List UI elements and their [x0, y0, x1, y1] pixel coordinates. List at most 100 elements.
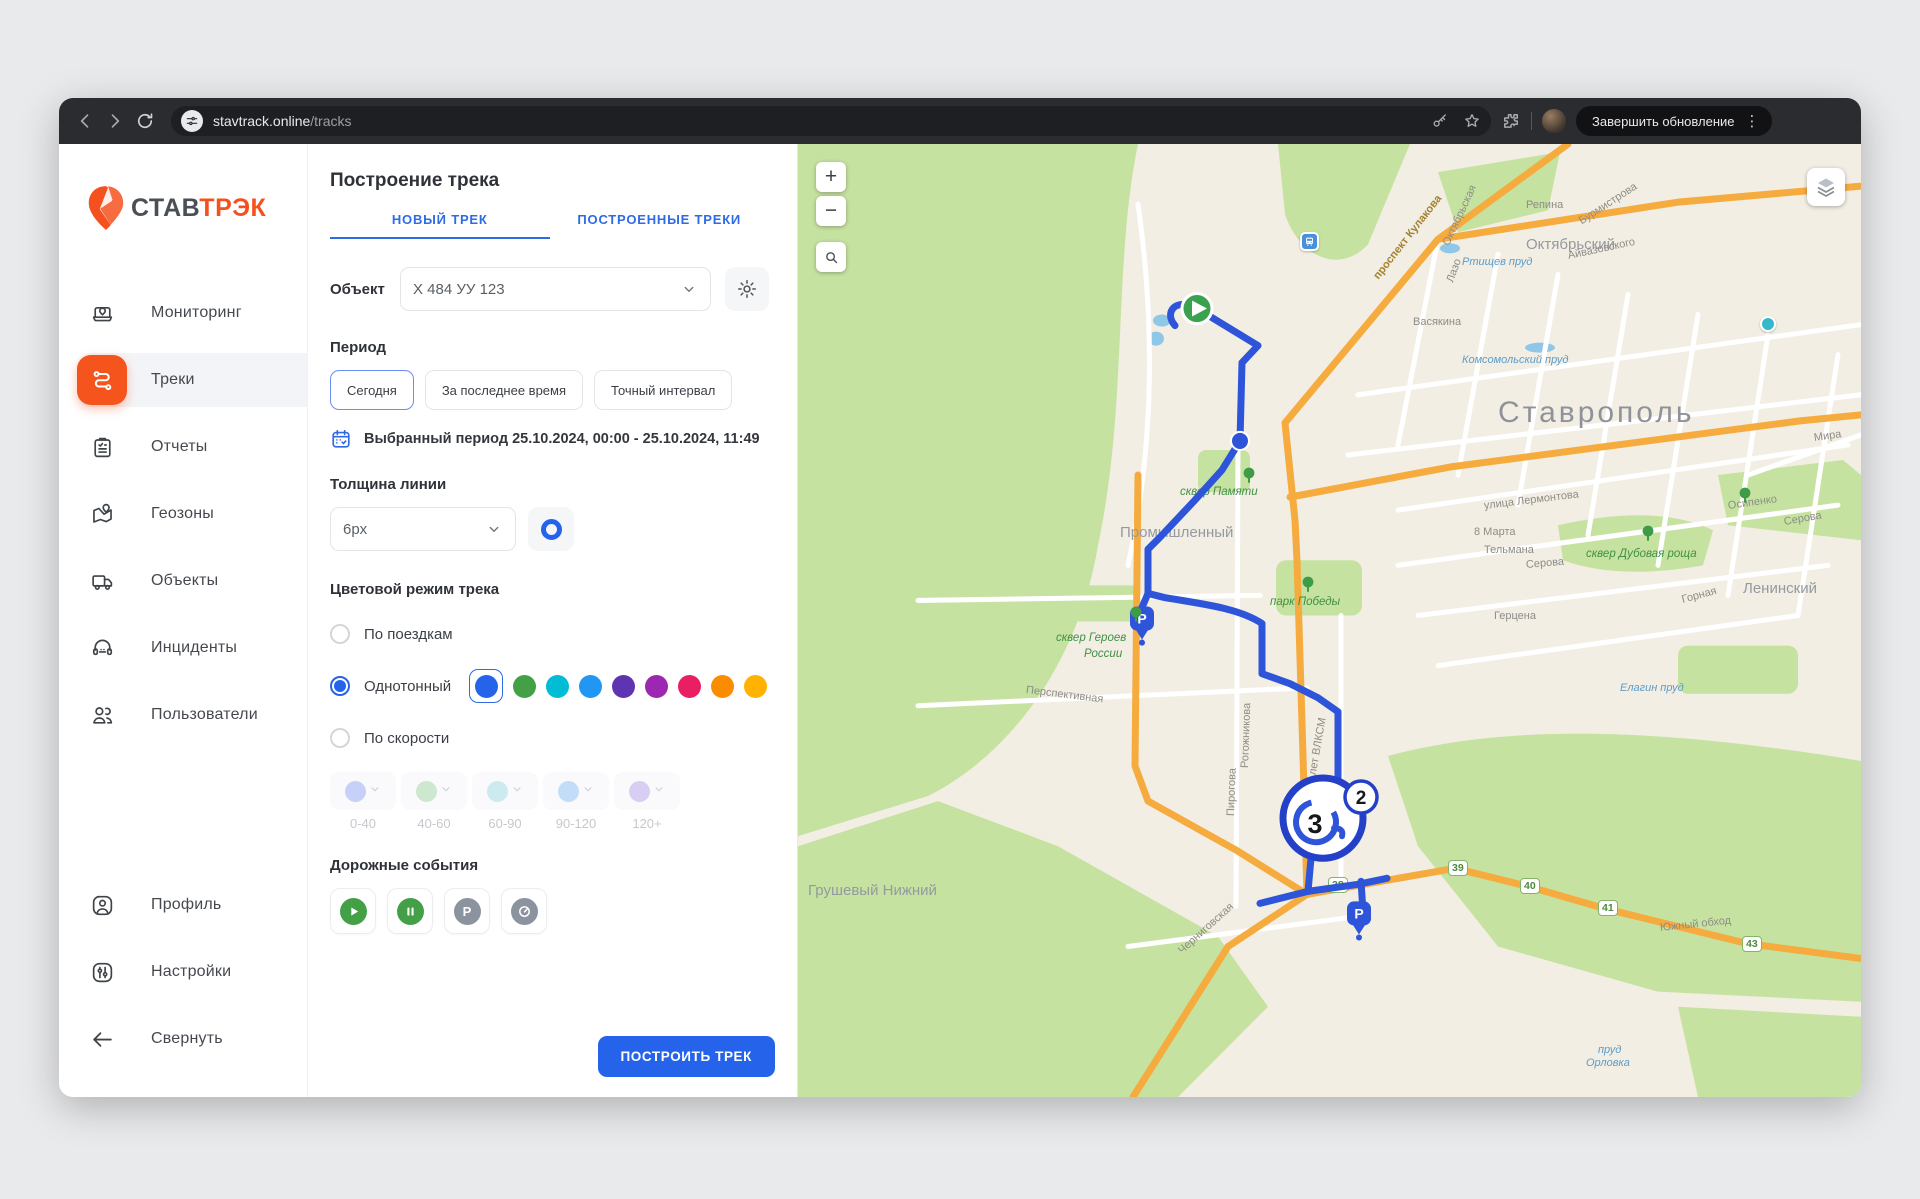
P-icon: P	[454, 898, 481, 925]
back-icon[interactable]	[75, 111, 95, 131]
color-swatches	[469, 669, 767, 703]
sidebar-item-geozones[interactable]: Геозоны	[77, 487, 307, 541]
users-icon	[77, 690, 127, 740]
stavtrack-logo: СТАВТРЭК	[85, 184, 307, 232]
period-options: Сегодня За последнее время Точный интервал	[330, 370, 769, 410]
period-option-2[interactable]: Точный интервал	[594, 370, 732, 410]
period-option-0[interactable]: Сегодня	[330, 370, 414, 410]
tab-new-track[interactable]: НОВЫЙ ТРЕК	[330, 212, 550, 239]
track-start-marker[interactable]	[1182, 293, 1212, 323]
speed-color-select-60-90[interactable]	[472, 772, 538, 810]
sidebar: СТАВТРЭК Мониторинг Треки Отчеты Геозоны Объ…	[59, 144, 308, 1097]
sidebar-item-monitoring[interactable]: Мониторинг	[77, 286, 307, 340]
line-width-select[interactable]: 6px	[330, 507, 516, 551]
line-width-value: 6px	[343, 521, 367, 538]
extensions-icon[interactable]	[1501, 111, 1521, 131]
speed-color-select-90-120[interactable]	[543, 772, 609, 810]
object-label: Объект	[330, 281, 386, 298]
speed-range-labels: 0-4040-6060-9090-120120+	[330, 816, 769, 831]
radio-solid[interactable]	[330, 676, 350, 696]
sidebar-item-objects[interactable]: Объекты	[77, 554, 307, 608]
sidebar-item-label: Мониторинг	[151, 304, 242, 322]
event-speeding-button[interactable]	[501, 888, 547, 934]
zoom-in-button[interactable]: +	[816, 162, 846, 192]
chevron-down-icon	[368, 782, 382, 801]
map-canvas[interactable]: СтавропольОктябрьскийПромышленныйЛенинск…	[798, 144, 1861, 1097]
color-swatch-3[interactable]	[579, 675, 602, 698]
layers-icon	[1814, 175, 1838, 199]
build-track-button[interactable]: ПОСТРОИТЬ ТРЕК	[598, 1036, 776, 1077]
chevron-down-icon	[510, 782, 524, 801]
color-swatch-2[interactable]	[546, 675, 569, 698]
radio-by-trips[interactable]	[330, 624, 350, 644]
cluster-count-small: 2	[1356, 788, 1367, 809]
color-swatch-selected[interactable]	[469, 669, 503, 703]
event-pause-button[interactable]	[387, 888, 433, 934]
event-parking-button[interactable]: P	[444, 888, 490, 934]
finish-update-button[interactable]: Завершить обновление ⋮	[1576, 106, 1772, 136]
speed-color-select-40-60[interactable]	[401, 772, 467, 810]
speed-range-label: 0-40	[330, 816, 396, 831]
browser-menu-icon[interactable]: ⋮	[1745, 112, 1760, 130]
cluster-count-big: 3	[1307, 809, 1322, 839]
color-swatch-7[interactable]	[711, 675, 734, 698]
tab-built-tracks[interactable]: ПОСТРОЕННЫЕ ТРЕКИ	[550, 212, 770, 239]
sidebar-item-label: Объекты	[151, 572, 218, 590]
profile-avatar[interactable]	[1542, 109, 1566, 133]
site-settings-icon[interactable]	[181, 110, 203, 132]
sidebar-item-tracks[interactable]: Треки	[77, 353, 307, 407]
color-swatch-8[interactable]	[744, 675, 767, 698]
report-icon	[77, 422, 127, 472]
bookmark-star-icon[interactable]	[1463, 112, 1481, 130]
parking-marker-2[interactable]: P	[1347, 901, 1371, 940]
map-layers-button[interactable]	[1807, 168, 1845, 206]
gear-icon	[736, 278, 758, 300]
track-panel: Построение трека НОВЫЙ ТРЕКПОСТРОЕННЫЕ Т…	[308, 144, 798, 1097]
color-swatch-6[interactable]	[678, 675, 701, 698]
parking-marker-1[interactable]: P	[1130, 606, 1154, 645]
monitor-icon	[77, 288, 127, 338]
speed-range-label: 90-120	[543, 816, 609, 831]
sidebar-item-incidents[interactable]: Инциденты	[77, 621, 307, 675]
radio-by-trips-label: По поездкам	[364, 626, 453, 643]
sidebar-collapse-button[interactable]: Свернуть	[77, 1012, 307, 1066]
color-swatch-4[interactable]	[612, 675, 635, 698]
period-summary-text: Выбранный период 25.10.2024, 00:00 - 25.…	[364, 431, 760, 447]
sidebar-footer: Профиль Настройки Свернуть	[59, 878, 307, 1097]
sidebar-item-users[interactable]: Пользователи	[77, 688, 307, 742]
radio-solid-label: Однотонный	[364, 678, 451, 695]
color-swatch-1[interactable]	[513, 675, 536, 698]
speed-color-select-0-40[interactable]	[330, 772, 396, 810]
map-track-layer: 3 2 P P	[798, 144, 1861, 1097]
reload-icon[interactable]	[135, 111, 155, 131]
toolbar-separator	[1531, 112, 1532, 130]
sidebar-item-label: Инциденты	[151, 639, 237, 657]
sidebar-item-settings[interactable]: Настройки	[77, 945, 307, 999]
map-search-button[interactable]	[816, 242, 846, 272]
track-cluster[interactable]: 3 2	[1283, 778, 1377, 858]
sidebar-item-label: Отчеты	[151, 438, 208, 456]
track-node-dot[interactable]	[1231, 432, 1249, 450]
zoom-out-button[interactable]: −	[816, 196, 846, 226]
forward-icon[interactable]	[105, 111, 125, 131]
url-text: stavtrack.online/tracks	[213, 113, 1421, 129]
password-key-icon[interactable]	[1431, 112, 1449, 130]
sidebar-item-reports[interactable]: Отчеты	[77, 420, 307, 474]
sidebar-nav: Мониторинг Треки Отчеты Геозоны Объекты Инцид…	[59, 286, 307, 755]
object-settings-button[interactable]	[725, 267, 769, 311]
color-swatch-0[interactable]	[475, 675, 498, 698]
object-select[interactable]: Х 484 УУ 123	[400, 267, 711, 311]
period-option-1[interactable]: За последнее время	[425, 370, 583, 410]
radio-by-speed[interactable]	[330, 728, 350, 748]
sidebar-item-label: Пользователи	[151, 706, 258, 724]
speed-color-select-120+[interactable]	[614, 772, 680, 810]
event-start-button[interactable]	[330, 888, 376, 934]
svg-text:P: P	[1354, 905, 1363, 921]
logo-text: СТАВТРЭК	[131, 194, 266, 223]
geo-icon	[77, 489, 127, 539]
address-bar[interactable]: stavtrack.online/tracks	[171, 106, 1491, 136]
color-swatch-5[interactable]	[645, 675, 668, 698]
gauge-icon	[511, 898, 538, 925]
truck-icon	[77, 556, 127, 606]
sidebar-item-profile[interactable]: Профиль	[77, 878, 307, 932]
